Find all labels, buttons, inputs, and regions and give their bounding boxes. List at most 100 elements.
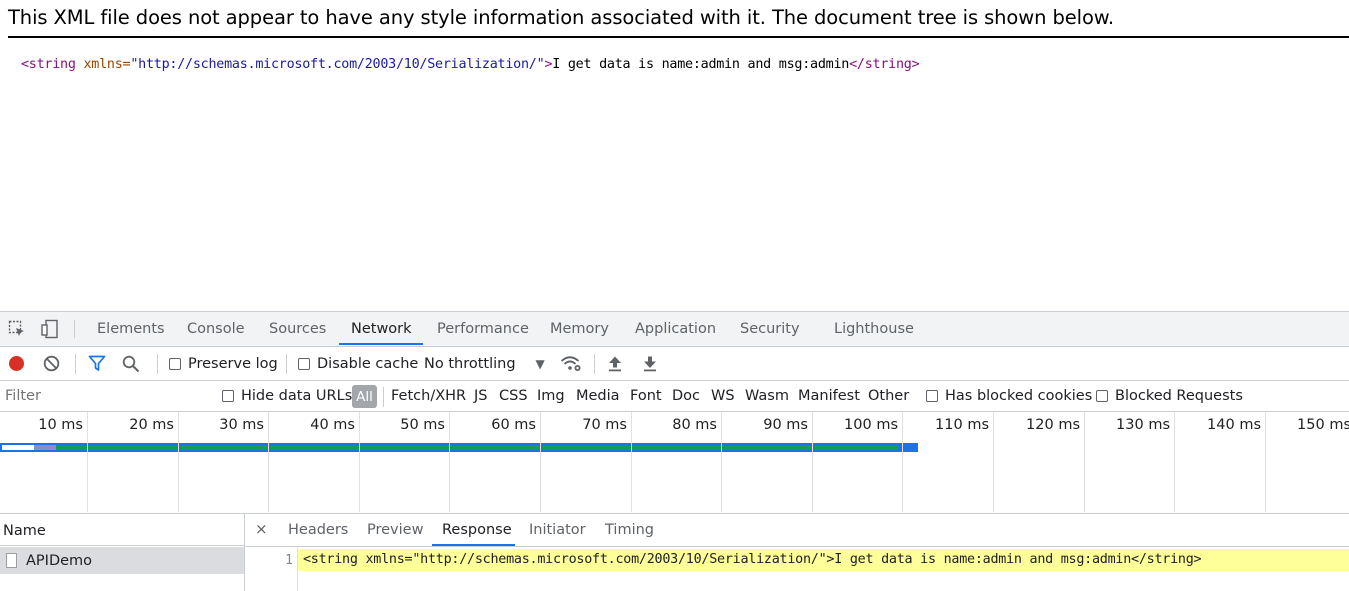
tab-memory[interactable]: Memory bbox=[550, 312, 609, 346]
timeline-gridline bbox=[449, 412, 450, 512]
timeline-gridline bbox=[540, 412, 541, 512]
timeline-gridline bbox=[1265, 412, 1266, 512]
timeline-tick-label: 10 ms bbox=[38, 417, 83, 433]
devtools-panel: Elements Console Sources Network Perform… bbox=[0, 311, 1349, 591]
xml-close-tag: </string> bbox=[849, 57, 920, 72]
record-button[interactable] bbox=[8, 347, 25, 380]
search-button[interactable] bbox=[122, 347, 140, 380]
timeline-gridline bbox=[178, 412, 179, 512]
toolbar-separator bbox=[594, 354, 595, 374]
toolbar-separator bbox=[75, 354, 76, 374]
timeline-tick-label: 60 ms bbox=[491, 417, 536, 433]
filter-media[interactable]: Media bbox=[576, 381, 620, 411]
filter-img[interactable]: Img bbox=[537, 381, 565, 411]
response-code-line[interactable]: <string xmlns="http://schemas.microsoft.… bbox=[298, 549, 1349, 571]
filter-css[interactable]: CSS bbox=[499, 381, 528, 411]
tab-separator bbox=[74, 320, 75, 338]
filter-doc[interactable]: Doc bbox=[672, 381, 700, 411]
chevron-down-icon: ▼ bbox=[535, 356, 545, 371]
request-row[interactable]: APIDemo bbox=[0, 547, 244, 574]
timeline-gridline bbox=[359, 412, 360, 512]
filter-js[interactable]: JS bbox=[474, 381, 487, 411]
timeline-tick-label: 20 ms bbox=[129, 417, 174, 433]
filter-wasm[interactable]: Wasm bbox=[745, 381, 789, 411]
export-har-button[interactable] bbox=[642, 347, 658, 380]
hide-data-urls-checkbox[interactable]: Hide data URLs bbox=[222, 381, 352, 411]
timeline-tick-label: 90 ms bbox=[763, 417, 808, 433]
timeline-gridline bbox=[1084, 412, 1085, 512]
name-column-header[interactable]: Name bbox=[0, 514, 244, 546]
devtools-tab-bar: Elements Console Sources Network Perform… bbox=[0, 312, 1349, 347]
filter-toggle-button[interactable] bbox=[88, 347, 106, 380]
xml-text-content: I get data is name:admin and msg:admin bbox=[552, 57, 850, 72]
filter-font[interactable]: Font bbox=[630, 381, 662, 411]
checkbox-box[interactable] bbox=[222, 390, 234, 402]
timeline-gridline bbox=[993, 412, 994, 512]
preserve-log-checkbox[interactable]: Preserve log bbox=[169, 347, 278, 380]
throttling-select[interactable]: No throttling ▼ bbox=[424, 347, 545, 380]
timeline-tick-label: 70 ms bbox=[582, 417, 627, 433]
timeline-gridline bbox=[812, 412, 813, 512]
timeline-tick-label: 50 ms bbox=[400, 417, 445, 433]
request-name: APIDemo bbox=[26, 552, 93, 569]
tab-preview[interactable]: Preview bbox=[367, 514, 423, 546]
tab-application[interactable]: Application bbox=[635, 312, 716, 346]
tab-timing[interactable]: Timing bbox=[605, 514, 654, 546]
timeline-gridline bbox=[1174, 412, 1175, 512]
filter-input[interactable] bbox=[0, 384, 205, 407]
search-icon bbox=[122, 355, 140, 372]
tab-lighthouse[interactable]: Lighthouse bbox=[834, 312, 914, 346]
timeline-gridline bbox=[268, 412, 269, 512]
tab-response[interactable]: Response bbox=[442, 514, 512, 546]
timeline-gridline bbox=[902, 412, 903, 512]
timeline-tick-label: 40 ms bbox=[310, 417, 355, 433]
xml-attr-value: "http://schemas.microsoft.com/2003/10/Se… bbox=[130, 57, 545, 72]
throttling-value: No throttling bbox=[424, 355, 516, 372]
tab-sources[interactable]: Sources bbox=[269, 312, 326, 346]
request-list: Name APIDemo bbox=[0, 514, 245, 591]
record-icon bbox=[9, 356, 24, 371]
checkbox-box[interactable] bbox=[169, 357, 181, 370]
tab-elements[interactable]: Elements bbox=[97, 312, 165, 346]
tab-initiator[interactable]: Initiator bbox=[529, 514, 586, 546]
hide-data-urls-label: Hide data URLs bbox=[241, 387, 353, 404]
checkbox-box[interactable] bbox=[926, 390, 938, 402]
tab-network[interactable]: Network bbox=[351, 312, 412, 346]
timeline-tick-label: 140 ms bbox=[1207, 417, 1261, 433]
disable-cache-label: Disable cache bbox=[317, 355, 419, 372]
filter-fetch-xhr[interactable]: Fetch/XHR bbox=[391, 381, 466, 411]
tab-performance[interactable]: Performance bbox=[437, 312, 529, 346]
network-toolbar: Preserve log Disable cache No throttling… bbox=[0, 347, 1349, 381]
timeline-gridline bbox=[721, 412, 722, 512]
xml-open-tag: <string bbox=[21, 57, 76, 72]
filter-ws[interactable]: WS bbox=[711, 381, 735, 411]
timeline-tick-label: 120 ms bbox=[1026, 417, 1080, 433]
tab-security[interactable]: Security bbox=[740, 312, 800, 346]
tab-headers[interactable]: Headers bbox=[288, 514, 348, 546]
clear-button[interactable] bbox=[43, 347, 60, 380]
tab-console[interactable]: Console bbox=[187, 312, 245, 346]
filter-manifest[interactable]: Manifest bbox=[798, 381, 860, 411]
checkbox-box[interactable] bbox=[1096, 390, 1108, 402]
disable-cache-checkbox[interactable]: Disable cache bbox=[298, 347, 418, 380]
close-icon[interactable]: × bbox=[255, 520, 271, 538]
checkbox-box[interactable] bbox=[298, 357, 310, 370]
clear-icon bbox=[43, 355, 60, 372]
line-number: 1 bbox=[285, 553, 293, 568]
timeline-tick-label: 80 ms bbox=[672, 417, 717, 433]
network-overview-timeline[interactable]: 10 ms 20 ms 30 ms 40 ms 50 ms 60 ms 70 ms 80 ms… bbox=[0, 412, 1349, 514]
device-toolbar-icon[interactable] bbox=[39, 319, 61, 339]
import-har-button[interactable] bbox=[607, 347, 623, 380]
blocked-requests-checkbox[interactable]: Blocked Requests bbox=[1096, 381, 1243, 411]
request-detail-panel: × Headers Preview Response Initiator Tim… bbox=[245, 514, 1349, 591]
timeline-tick-label: 150 ms bbox=[1297, 417, 1349, 433]
inspect-element-icon[interactable] bbox=[6, 319, 28, 339]
has-blocked-cookies-checkbox[interactable]: Has blocked cookies bbox=[926, 381, 1092, 411]
upload-icon bbox=[609, 356, 621, 372]
network-filter-bar: Hide data URLs All Fetch/XHR JS CSS Img … bbox=[0, 381, 1349, 412]
timeline-tick-label: 110 ms bbox=[935, 417, 989, 433]
network-conditions-button[interactable] bbox=[560, 347, 582, 380]
timeline-tick-label: 130 ms bbox=[1116, 417, 1170, 433]
filter-other[interactable]: Other bbox=[868, 381, 909, 411]
filter-all-button[interactable]: All bbox=[352, 385, 377, 408]
